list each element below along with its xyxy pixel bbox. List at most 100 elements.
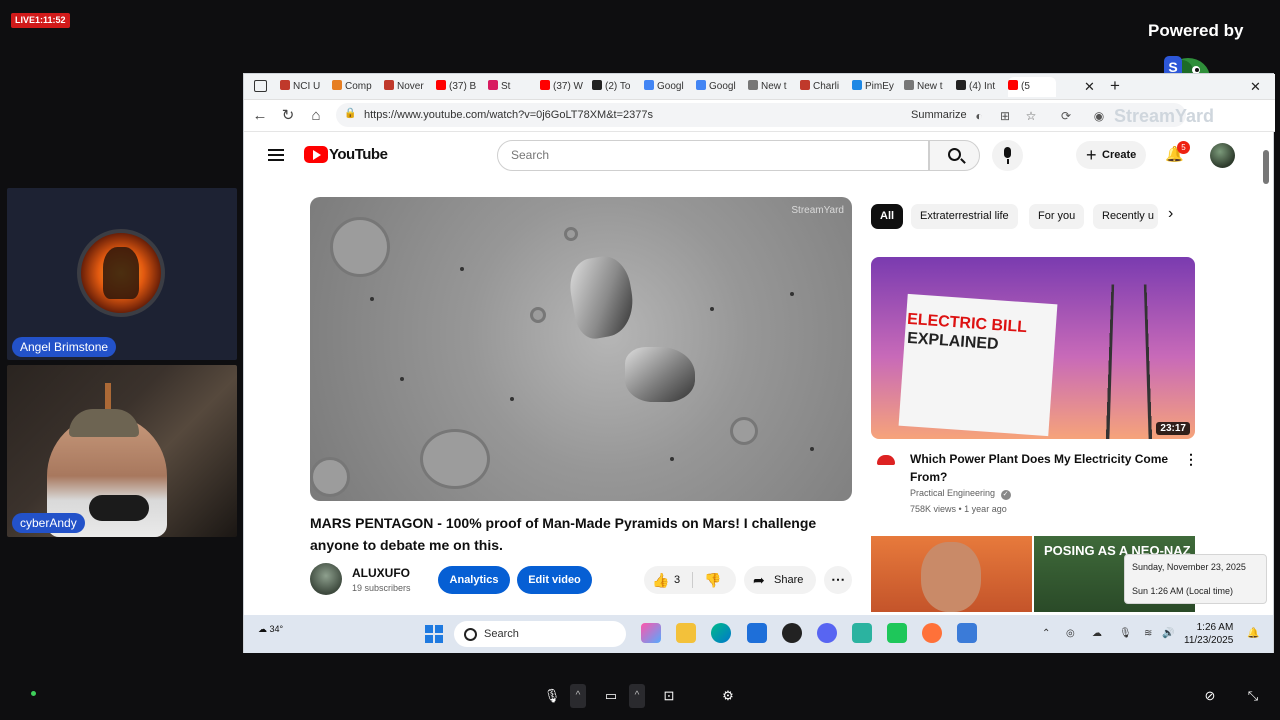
browser-tab[interactable]: (5 [1008, 77, 1056, 97]
recommendation2-thumbnail-left[interactable] [871, 536, 1032, 612]
tab-favicon-icon [904, 80, 914, 90]
recommendation-thumbnail[interactable]: ELECTRIC BILL EXPLAINED 23:17 [871, 257, 1195, 439]
search-button[interactable] [929, 140, 980, 171]
close-window-icon[interactable]: ✕ [1250, 77, 1261, 97]
browser-tab[interactable]: Nover [384, 77, 432, 97]
app-icon[interactable] [852, 623, 872, 643]
discord-icon[interactable] [817, 623, 837, 643]
like-icon[interactable]: 👍 [652, 566, 669, 594]
tab-actions-icon[interactable] [254, 80, 267, 92]
edit-video-button[interactable]: Edit video [517, 566, 592, 594]
new-tab-icon[interactable]: + [1110, 76, 1120, 96]
tray-chevron-icon[interactable]: ⌃ [1042, 628, 1050, 639]
fullscreen-exit-icon[interactable]: ⤡ [1241, 684, 1265, 708]
tab-label: (4) Int [969, 81, 996, 92]
channel-icon[interactable] [874, 453, 898, 477]
tab-label: Googl [709, 81, 736, 92]
chevron-right-icon[interactable]: › [1168, 205, 1173, 223]
store-icon[interactable] [747, 623, 767, 643]
app-icon[interactable] [887, 623, 907, 643]
refresh-icon[interactable]: ↻ [278, 106, 298, 126]
browser-tab[interactable]: (4) Int [956, 77, 1004, 97]
power-tower-graphic [1105, 284, 1153, 439]
back-icon[interactable]: ← [250, 106, 270, 126]
volume-icon[interactable]: 🔊 [1162, 628, 1174, 639]
channel-name[interactable]: ALUXUFO [352, 566, 410, 580]
more-actions-icon[interactable]: ⋯ [824, 566, 852, 594]
app-icon[interactable] [957, 623, 977, 643]
chip-recently-uploaded[interactable]: Recently u [1093, 204, 1158, 229]
youtube-play-icon [304, 146, 328, 164]
browser-tab[interactable]: Googl [644, 77, 692, 97]
microphone-icon[interactable]: 🎙 [1119, 628, 1132, 639]
firefox-icon[interactable] [922, 623, 942, 643]
notification-center-icon[interactable]: 🔔 [1247, 628, 1259, 639]
tab-label: (37) W [553, 81, 583, 92]
translate-icon[interactable]: ◐ [972, 109, 986, 123]
recommendation-title[interactable]: Which Power Plant Does My Electricity Co… [910, 450, 1180, 486]
menu-icon[interactable] [268, 149, 284, 161]
apps-icon[interactable]: ⊞ [998, 109, 1012, 123]
participant-tile-cyberandy [7, 365, 237, 537]
page-scrollbar[interactable] [1263, 150, 1269, 184]
tray-app-icon[interactable]: ◎ [1066, 628, 1075, 639]
chip-extraterrestrial-life[interactable]: Extraterrestrial life [911, 204, 1018, 229]
mic-options-chevron-icon[interactable]: ^ [570, 684, 586, 708]
browser-tab[interactable]: Charli [800, 77, 848, 97]
browser-tab[interactable]: (37) B [436, 77, 484, 97]
hide-screen-icon[interactable]: ⊘ [1198, 684, 1222, 708]
analytics-button[interactable]: Analytics [438, 566, 510, 594]
voice-search-icon[interactable] [992, 140, 1023, 171]
home-icon[interactable]: ⌂ [306, 106, 326, 126]
dislike-icon[interactable]: 👎 [704, 566, 721, 594]
browser-tab[interactable]: (2) To [592, 77, 640, 97]
channel-avatar[interactable] [310, 563, 342, 595]
microphone-toggle-icon[interactable]: 🎙 [540, 684, 564, 708]
create-button[interactable]: + Create [1076, 141, 1146, 169]
chip-all[interactable]: All [871, 204, 904, 229]
onedrive-icon[interactable]: ☁ [1092, 628, 1102, 639]
wifi-icon[interactable]: ≋ [1144, 628, 1152, 639]
recommendation-channel[interactable]: Practical Engineering ✓ [910, 488, 1011, 500]
browser-tab[interactable]: (37) W [540, 77, 588, 97]
windows-start-icon[interactable] [425, 625, 443, 643]
settings-gear-icon[interactable]: ⚙ [716, 684, 740, 708]
tab-favicon-icon [540, 80, 550, 90]
favorite-star-icon[interactable]: ☆ [1024, 109, 1038, 123]
tab-label: Nover [397, 81, 424, 92]
extension-icon[interactable]: ⟳ [1059, 109, 1073, 123]
chip-for-you[interactable]: For you [1029, 204, 1085, 229]
account-avatar[interactable] [1210, 143, 1235, 168]
tab-favicon-icon [956, 80, 966, 90]
browser-tab[interactable]: New t [748, 77, 796, 97]
close-tab-icon[interactable]: ✕ [1084, 77, 1095, 97]
camera-options-chevron-icon[interactable]: ^ [629, 684, 645, 708]
browser-tab[interactable]: PimEy [852, 77, 900, 97]
profile-ext-icon[interactable]: ◉ [1092, 109, 1106, 123]
edge-icon[interactable] [711, 623, 731, 643]
taskbar-search[interactable]: Search [454, 621, 626, 647]
alienware-icon[interactable] [782, 623, 802, 643]
copilot-icon[interactable] [641, 623, 661, 643]
more-options-icon[interactable]: ⋮ [1184, 451, 1198, 468]
screen-share-icon[interactable]: ⊡ [657, 684, 681, 708]
file-explorer-icon[interactable] [676, 623, 696, 643]
taskbar-clock[interactable]: 1:26 AM 11/23/2025 [1184, 621, 1233, 647]
like-divider [692, 572, 693, 588]
youtube-logo[interactable]: YouTube [304, 146, 388, 166]
summarize-button[interactable]: Summarize [911, 109, 967, 121]
weather-widget[interactable]: ☁ 34° [258, 624, 283, 635]
browser-tab[interactable]: NCI U [280, 77, 328, 97]
notification-count-badge: 5 [1177, 141, 1190, 154]
browser-tab[interactable]: Googl [696, 77, 744, 97]
browser-tab[interactable]: St [488, 77, 536, 97]
tab-label: St [501, 81, 511, 92]
search-input[interactable]: Search [497, 140, 929, 171]
camera-toggle-icon[interactable]: ▭ [599, 684, 623, 708]
lock-icon[interactable]: 🔒 [344, 108, 356, 120]
browser-tab[interactable]: Comp [332, 77, 380, 97]
tab-label: Charli [813, 81, 840, 92]
video-player[interactable]: StreamYard [310, 197, 852, 501]
share-button[interactable]: ➦ Share [744, 566, 816, 594]
browser-tab[interactable]: New t [904, 77, 952, 97]
